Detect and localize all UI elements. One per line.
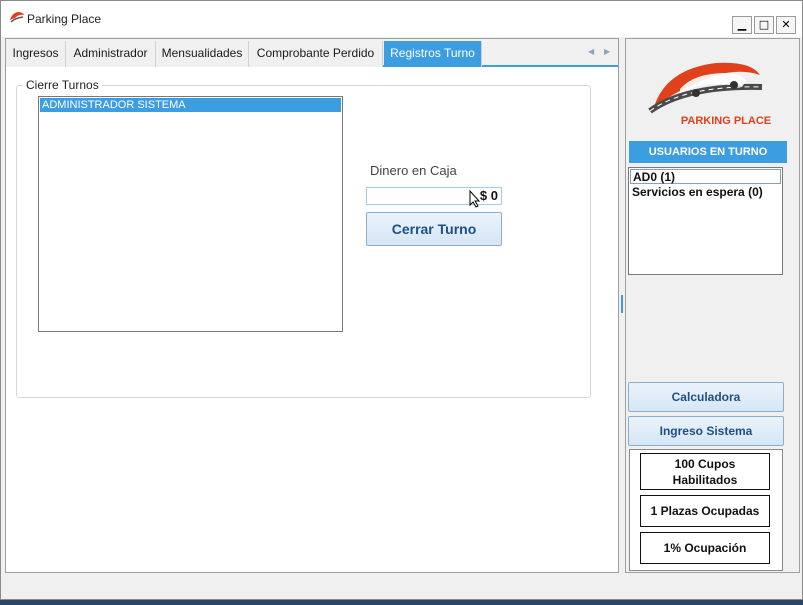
status-bar <box>1 575 802 599</box>
tab-comprobante-perdido[interactable]: Comprobante Perdido <box>249 41 383 67</box>
tab-registros-turno[interactable]: Registros Turno <box>384 41 482 67</box>
close-turn-button[interactable]: Cerrar Turno <box>366 212 502 246</box>
tab-scroll-left-icon[interactable]: ◀ <box>588 47 594 56</box>
car-road-logo-icon <box>648 62 763 114</box>
tab-ingresos[interactable]: Ingresos <box>6 41 66 67</box>
users-on-shift-list[interactable]: AD0 (1) Servicios en espera (0) <box>628 167 783 275</box>
occupancy-stat: 1% Ocupación <box>640 532 770 564</box>
logo-text: PARKING PLACE <box>680 115 772 127</box>
occupied-stat: 1 Plazas Ocupadas <box>640 495 770 527</box>
tab-scroll-right-icon[interactable]: ▶ <box>604 47 610 56</box>
parking-place-logo: PARKING PLACE <box>646 49 771 134</box>
users-listbox[interactable]: ADMINISTRADOR SISTEMA <box>38 96 343 332</box>
cierre-turnos-group: Cierre Turnos ADMINISTRADOR SISTEMA Dine… <box>16 78 591 398</box>
cash-field[interactable]: $ 0 <box>366 187 502 205</box>
list-item[interactable]: ADMINISTRADOR SISTEMA <box>40 98 341 112</box>
tab-mensualidades[interactable]: Mensualidades <box>156 41 249 67</box>
capacity-stat: 100 Cupos Habilitados <box>640 453 770 490</box>
title-bar: Parking Place ▁ □ ✕ <box>1 1 802 37</box>
side-panel: PARKING PLACE USUARIOS EN TURNO AD0 (1) … <box>625 38 800 573</box>
maximize-button[interactable]: □ <box>754 16 774 34</box>
car-logo-icon <box>10 12 24 23</box>
tab-control: Ingresos Administrador Mensualidades Com… <box>5 38 619 573</box>
app-window: Parking Place ▁ □ ✕ Ingresos Administrad… <box>0 0 803 600</box>
parking-stats: 100 Cupos Habilitados 1 Plazas Ocupadas … <box>629 449 783 571</box>
list-item[interactable]: Servicios en espera (0) <box>630 185 781 200</box>
window-title: Parking Place <box>27 12 102 26</box>
tab-strip: Ingresos Administrador Mensualidades Com… <box>6 39 618 67</box>
list-item[interactable]: AD0 (1) <box>630 169 781 184</box>
close-button[interactable]: ✕ <box>776 16 796 34</box>
desktop-background <box>0 600 803 605</box>
tab-administrador[interactable]: Administrador <box>66 41 156 67</box>
login-system-button[interactable]: Ingreso Sistema <box>628 416 784 446</box>
splitter-handle[interactable] <box>621 295 623 313</box>
minimize-button[interactable]: ▁ <box>732 16 752 34</box>
group-title: Cierre Turnos <box>23 78 102 92</box>
cash-label: Dinero en Caja <box>370 163 457 178</box>
main-content: Ingresos Administrador Mensualidades Com… <box>5 38 800 573</box>
users-on-shift-header: USUARIOS EN TURNO <box>629 141 787 163</box>
calculator-button[interactable]: Calculadora <box>628 382 784 412</box>
mouse-pointer-icon <box>469 190 481 208</box>
